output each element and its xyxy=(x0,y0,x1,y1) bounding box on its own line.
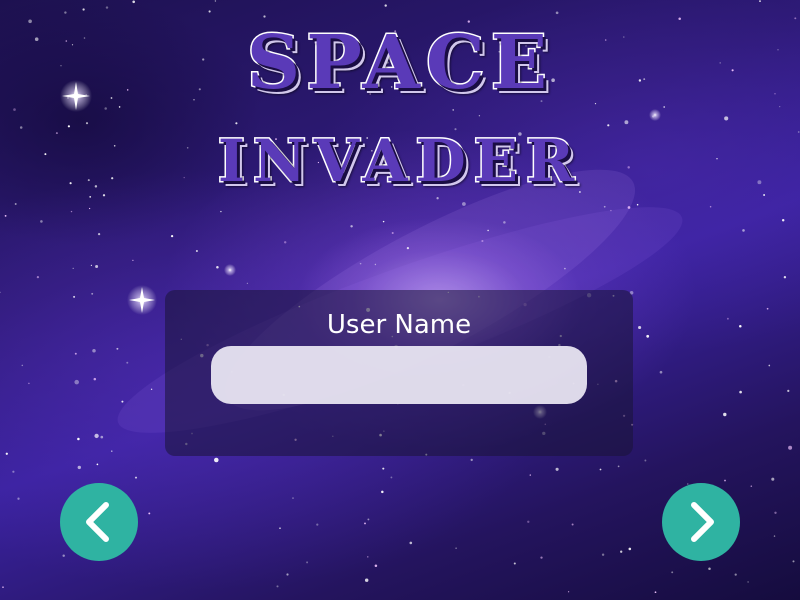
game-title-line1: SPACE xyxy=(245,20,554,106)
previous-button[interactable] xyxy=(60,483,138,561)
username-input[interactable] xyxy=(211,346,587,404)
username-label: User Name xyxy=(326,310,472,340)
chevron-right-icon xyxy=(691,502,714,542)
next-button[interactable] xyxy=(662,483,740,561)
chevron-left-icon xyxy=(86,502,109,542)
game-title-line2: INVADER xyxy=(216,127,583,195)
login-panel: User Name xyxy=(165,290,633,456)
